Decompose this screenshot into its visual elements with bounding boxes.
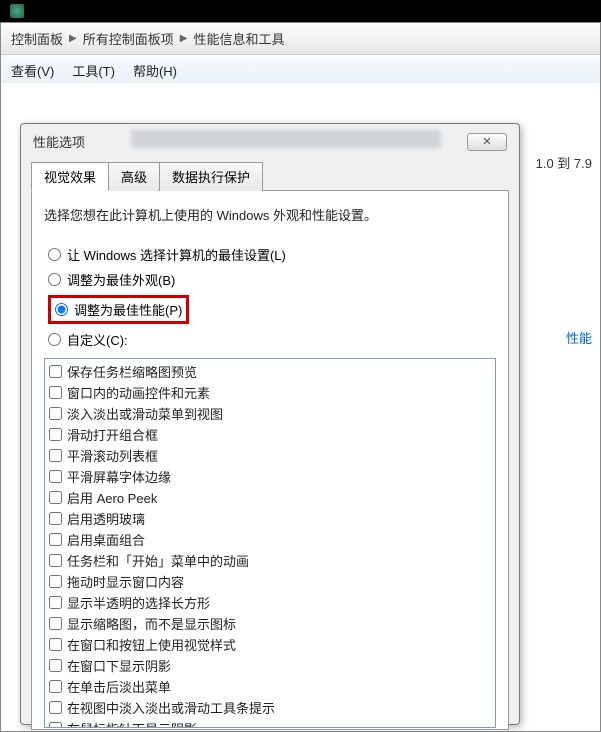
checkbox-input[interactable] xyxy=(49,554,62,567)
list-item[interactable]: 在视图中淡入淡出或滑动工具条提示 xyxy=(49,697,491,718)
breadcrumb-item[interactable]: 性能信息和工具 xyxy=(193,29,284,48)
rating-range-text: 1.0 到 7.9 xyxy=(536,153,592,172)
option-label: 在窗口和按钮上使用视觉样式 xyxy=(67,635,236,654)
checkbox-input[interactable] xyxy=(49,680,62,693)
tab-strip: 视觉效果 高级 数据执行保护 xyxy=(31,161,509,190)
option-label: 保存任务栏缩略图预览 xyxy=(67,362,197,381)
checkbox-input[interactable] xyxy=(49,428,62,441)
checkbox-input[interactable] xyxy=(49,617,62,630)
radio-label: 调整为最佳外观(B) xyxy=(67,270,175,289)
list-item[interactable]: 显示缩略图，而不是显示图标 xyxy=(49,613,491,634)
list-item[interactable]: 任务栏和「开始」菜单中的动画 xyxy=(49,550,491,571)
radio-input[interactable] xyxy=(55,303,68,316)
option-label: 启用透明玻璃 xyxy=(67,509,145,528)
list-item[interactable]: 启用桌面组合 xyxy=(49,529,491,550)
menu-view[interactable]: 查看(V) xyxy=(11,61,54,80)
checkbox-input[interactable] xyxy=(49,365,62,378)
checkbox-input[interactable] xyxy=(49,491,62,504)
option-label: 任务栏和「开始」菜单中的动画 xyxy=(67,551,249,570)
option-label: 淡入淡出或滑动菜单到视图 xyxy=(67,404,223,423)
tab-dep[interactable]: 数据执行保护 xyxy=(159,162,263,191)
radio-option[interactable]: 自定义(C): xyxy=(48,327,496,352)
list-item[interactable]: 滑动打开组合框 xyxy=(49,424,491,445)
radio-input[interactable] xyxy=(48,333,61,346)
list-item[interactable]: 拖动时显示窗口内容 xyxy=(49,571,491,592)
list-item[interactable]: 在鼠标指针下显示阴影 xyxy=(49,718,491,728)
radio-label: 调整为最佳性能(P) xyxy=(74,300,182,319)
option-label: 平滑屏幕字体边缘 xyxy=(67,467,171,486)
instruction-text: 选择您想在此计算机上使用的 Windows 外观和性能设置。 xyxy=(44,205,496,224)
menu-help[interactable]: 帮助(H) xyxy=(133,61,177,80)
list-item[interactable]: 显示半透明的选择长方形 xyxy=(49,592,491,613)
option-label: 显示半透明的选择长方形 xyxy=(67,593,210,612)
list-item[interactable]: 淡入淡出或滑动菜单到视图 xyxy=(49,403,491,424)
option-label: 在视图中淡入淡出或滑动工具条提示 xyxy=(67,698,275,717)
option-label: 显示缩略图，而不是显示图标 xyxy=(67,614,236,633)
checkbox-input[interactable] xyxy=(49,512,62,525)
checkbox-input[interactable] xyxy=(49,470,62,483)
dialog-title-text: 性能选项 xyxy=(33,132,85,151)
chevron-right-icon: ▶ xyxy=(180,33,188,44)
visual-effects-list[interactable]: 保存任务栏缩略图预览窗口内的动画控件和元素淡入淡出或滑动菜单到视图滑动打开组合框… xyxy=(44,358,496,728)
checkbox-input[interactable] xyxy=(49,386,62,399)
checkbox-input[interactable] xyxy=(49,575,62,588)
option-label: 启用桌面组合 xyxy=(67,530,145,549)
radio-input[interactable] xyxy=(48,273,61,286)
list-item[interactable]: 在窗口下显示阴影 xyxy=(49,655,491,676)
radio-option[interactable]: 让 Windows 选择计算机的最佳设置(L) xyxy=(48,242,496,267)
option-label: 平滑滚动列表框 xyxy=(67,446,158,465)
list-item[interactable]: 在窗口和按钮上使用视觉样式 xyxy=(49,634,491,655)
close-icon: ✕ xyxy=(482,135,491,148)
performance-options-dialog: 性能选项 ✕ 视觉效果 高级 数据执行保护 选择您想在此计算机上使用的 Wind… xyxy=(20,123,520,725)
checkbox-input[interactable] xyxy=(49,701,62,714)
breadcrumb-item[interactable]: 控制面板 xyxy=(11,29,63,48)
checkbox-input[interactable] xyxy=(49,638,62,651)
radio-input[interactable] xyxy=(48,248,61,261)
radio-label: 自定义(C): xyxy=(67,330,128,349)
close-button[interactable]: ✕ xyxy=(467,133,507,151)
option-label: 在鼠标指针下显示阴影 xyxy=(67,719,197,728)
list-item[interactable]: 平滑滚动列表框 xyxy=(49,445,491,466)
list-item[interactable]: 平滑屏幕字体边缘 xyxy=(49,466,491,487)
list-item[interactable]: 在单击后淡出菜单 xyxy=(49,676,491,697)
option-label: 启用 Aero Peek xyxy=(67,488,157,507)
checkbox-input[interactable] xyxy=(49,407,62,420)
tab-panel-visual-effects: 选择您想在此计算机上使用的 Windows 外观和性能设置。 让 Windows… xyxy=(31,190,509,730)
highlight-box: 调整为最佳性能(P) xyxy=(48,295,189,324)
tab-visual-effects[interactable]: 视觉效果 xyxy=(31,162,109,191)
list-item[interactable]: 保存任务栏缩略图预览 xyxy=(49,361,491,382)
radio-option[interactable]: 调整为最佳性能(P) xyxy=(48,292,496,327)
option-label: 滑动打开组合框 xyxy=(67,425,158,444)
checkbox-input[interactable] xyxy=(49,659,62,672)
chevron-right-icon: ▶ xyxy=(69,33,77,44)
performance-link[interactable]: 性能 xyxy=(566,328,592,347)
option-label: 拖动时显示窗口内容 xyxy=(67,572,184,591)
option-label: 在窗口下显示阴影 xyxy=(67,656,171,675)
option-label: 在单击后淡出菜单 xyxy=(67,677,171,696)
breadcrumb-item[interactable]: 所有控制面板项 xyxy=(83,29,174,48)
checkbox-input[interactable] xyxy=(49,722,62,728)
list-item[interactable]: 启用透明玻璃 xyxy=(49,508,491,529)
window-chrome-top xyxy=(0,0,601,22)
menu-tools[interactable]: 工具(T) xyxy=(72,61,115,80)
checkbox-input[interactable] xyxy=(49,533,62,546)
checkbox-input[interactable] xyxy=(49,449,62,462)
breadcrumb[interactable]: 控制面板 ▶ 所有控制面板项 ▶ 性能信息和工具 xyxy=(1,23,600,55)
checkbox-input[interactable] xyxy=(49,596,62,609)
radio-group: 让 Windows 选择计算机的最佳设置(L) 调整为最佳外观(B) 调整为最佳性能… xyxy=(48,242,496,352)
list-item[interactable]: 启用 Aero Peek xyxy=(49,487,491,508)
tab-advanced[interactable]: 高级 xyxy=(108,162,160,191)
radio-option[interactable]: 调整为最佳外观(B) xyxy=(48,267,496,292)
dialog-titlebar: 性能选项 ✕ xyxy=(21,124,519,155)
blurred-region xyxy=(131,130,441,148)
list-item[interactable]: 窗口内的动画控件和元素 xyxy=(49,382,491,403)
option-label: 窗口内的动画控件和元素 xyxy=(67,383,210,402)
radio-label: 让 Windows 选择计算机的最佳设置(L) xyxy=(67,245,286,264)
